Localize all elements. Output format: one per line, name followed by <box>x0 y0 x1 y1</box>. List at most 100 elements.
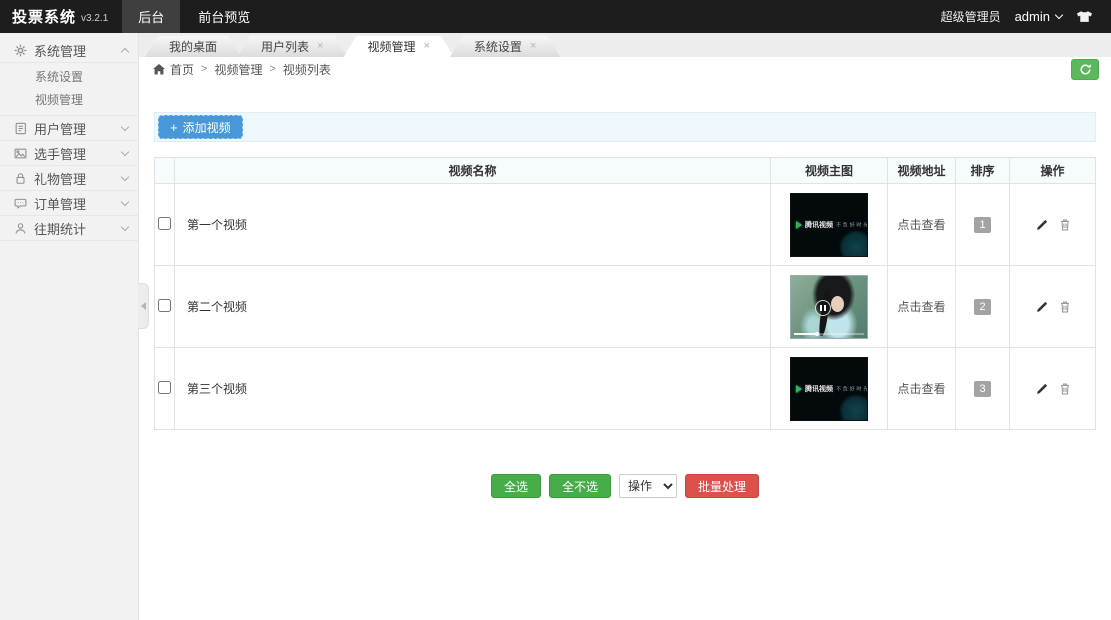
tab-label: 我的桌面 <box>169 38 217 55</box>
sidebar-subitem-video[interactable]: 视频管理 <box>0 88 138 111</box>
close-icon[interactable]: × <box>530 41 536 52</box>
view-link[interactable]: 点击查看 <box>897 382 945 396</box>
sidebar-item-gifts[interactable]: 礼物管理 <box>0 166 138 191</box>
app-window: 投票系统 v3.2.1 后台 前台预览 超级管理员 admin <box>0 0 1111 620</box>
sidebar-item-label: 选手管理 <box>34 144 86 163</box>
video-name-cell: 第二个视频 <box>175 266 771 348</box>
row-checkbox[interactable] <box>158 299 171 312</box>
user-dropdown[interactable]: admin <box>1015 9 1062 24</box>
video-name-cell: 第三个视频 <box>175 348 771 430</box>
main-area: 我的桌面 用户列表 × 视频管理 × 系统设置 × <box>139 33 1111 620</box>
tab-system-settings[interactable]: 系统设置 × <box>450 36 560 57</box>
tab-label: 系统设置 <box>474 38 522 55</box>
add-video-button[interactable]: + 添加视频 <box>158 115 243 139</box>
breadcrumb: 首页 > 视频管理 > 视频列表 <box>139 57 1111 81</box>
delete-icon[interactable] <box>1060 301 1070 313</box>
table-toolbar: + 添加视频 <box>154 112 1096 142</box>
sidebar-collapse-handle[interactable] <box>138 283 149 329</box>
person-icon <box>12 222 28 235</box>
table-row: 第三个视频 腾讯视频 不负好时光 <box>155 348 1096 430</box>
select-none-button[interactable]: 全不选 <box>549 474 611 498</box>
view-link[interactable]: 点击查看 <box>897 218 945 232</box>
tab-label: 视频管理 <box>367 38 415 55</box>
sidebar-submenu-system: 系统设置 视频管理 <box>0 63 138 116</box>
batch-actions-bar: 全选 全不选 操作 批量处理 <box>154 474 1096 498</box>
close-icon[interactable]: × <box>317 41 323 52</box>
logo-slogan: 不负好时光 <box>836 221 868 229</box>
breadcrumb-label: 视频管理 <box>214 61 262 78</box>
app-version: v3.2.1 <box>81 13 108 24</box>
tab-user-list[interactable]: 用户列表 × <box>237 36 347 57</box>
logo-slogan: 不负好时光 <box>836 385 868 393</box>
sidebar-item-label: 往期统计 <box>34 219 86 238</box>
app-title: 投票系统 <box>12 6 76 27</box>
brand: 投票系统 v3.2.1 <box>0 0 122 33</box>
video-thumbnail[interactable] <box>790 275 868 339</box>
refresh-button[interactable] <box>1071 59 1099 80</box>
header-checkbox-col <box>155 158 175 184</box>
edit-icon[interactable] <box>1036 301 1048 313</box>
edit-icon[interactable] <box>1036 383 1048 395</box>
delete-icon[interactable] <box>1060 383 1070 395</box>
delete-icon[interactable] <box>1060 219 1070 231</box>
order-badge: 2 <box>974 299 990 315</box>
header-order: 排序 <box>956 158 1010 184</box>
play-icon <box>796 385 802 393</box>
topbar: 投票系统 v3.2.1 后台 前台预览 超级管理员 admin <box>0 0 1111 33</box>
chevron-down-icon <box>121 197 129 205</box>
video-thumbnail[interactable]: 腾讯视频 不负好时光 <box>790 357 868 421</box>
sidebar-item-players[interactable]: 选手管理 <box>0 141 138 166</box>
sidebar-item-statistics[interactable]: 往期统计 <box>0 216 138 241</box>
sidebar-item-label: 系统管理 <box>34 41 86 60</box>
home-icon <box>153 64 165 75</box>
comment-icon <box>12 197 28 210</box>
order-badge: 1 <box>974 217 990 233</box>
breadcrumb-home[interactable]: 首页 <box>153 61 194 78</box>
username: admin <box>1015 9 1050 24</box>
logo-text: 腾讯视频 <box>805 384 833 394</box>
sidebar-item-orders[interactable]: 订单管理 <box>0 191 138 216</box>
nav-frontend-preview[interactable]: 前台预览 <box>180 0 268 33</box>
breadcrumb-separator: > <box>201 63 207 75</box>
nav-backend[interactable]: 后台 <box>122 0 180 33</box>
tab-label: 用户列表 <box>261 38 309 55</box>
row-checkbox[interactable] <box>158 381 171 394</box>
add-video-label: 添加视频 <box>183 119 231 136</box>
chevron-up-icon <box>121 47 129 55</box>
tab-desktop[interactable]: 我的桌面 <box>145 36 241 57</box>
breadcrumb-video-list: 视频列表 <box>283 61 331 78</box>
sidebar-item-label: 用户管理 <box>34 119 86 138</box>
nav-backend-label: 后台 <box>138 7 164 26</box>
sidebar-item-system[interactable]: 系统管理 <box>0 38 138 63</box>
lock-icon <box>12 172 28 185</box>
tab-strip: 我的桌面 用户列表 × 视频管理 × 系统设置 × <box>139 33 1111 57</box>
pause-icon <box>815 300 831 316</box>
topbar-right: 超级管理员 admin <box>941 0 1111 33</box>
action-select[interactable]: 操作 <box>619 474 677 498</box>
edit-icon[interactable] <box>1036 219 1048 231</box>
content-area: + 添加视频 视频名称 视频主图 视频地址 <box>139 81 1111 620</box>
header-operations: 操作 <box>1010 158 1096 184</box>
select-all-button[interactable]: 全选 <box>491 474 541 498</box>
theme-tshirt-icon[interactable] <box>1076 10 1093 23</box>
chevron-down-icon <box>121 122 129 130</box>
table-row: 第一个视频 腾讯视频 不负好时光 <box>155 184 1096 266</box>
close-icon[interactable]: × <box>423 41 429 52</box>
user-role: 超级管理员 <box>941 8 1001 25</box>
tencent-video-logo: 腾讯视频 不负好时光 <box>796 220 868 230</box>
chevron-down-icon <box>121 147 129 155</box>
thumb-glow <box>839 230 868 257</box>
row-checkbox[interactable] <box>158 217 171 230</box>
thumb-figure <box>831 296 844 312</box>
logo-text: 腾讯视频 <box>805 220 833 230</box>
sidebar: 系统管理 系统设置 视频管理 用户管理 <box>0 33 139 620</box>
table-header-row: 视频名称 视频主图 视频地址 排序 操作 <box>155 158 1096 184</box>
picture-icon <box>12 147 28 160</box>
breadcrumb-video-management[interactable]: 视频管理 <box>214 61 262 78</box>
sidebar-subitem-settings[interactable]: 系统设置 <box>0 65 138 88</box>
sidebar-item-users[interactable]: 用户管理 <box>0 116 138 141</box>
tab-video-management[interactable]: 视频管理 × <box>343 36 453 57</box>
batch-process-button[interactable]: 批量处理 <box>685 474 759 498</box>
video-thumbnail[interactable]: 腾讯视频 不负好时光 <box>790 193 868 257</box>
view-link[interactable]: 点击查看 <box>897 300 945 314</box>
